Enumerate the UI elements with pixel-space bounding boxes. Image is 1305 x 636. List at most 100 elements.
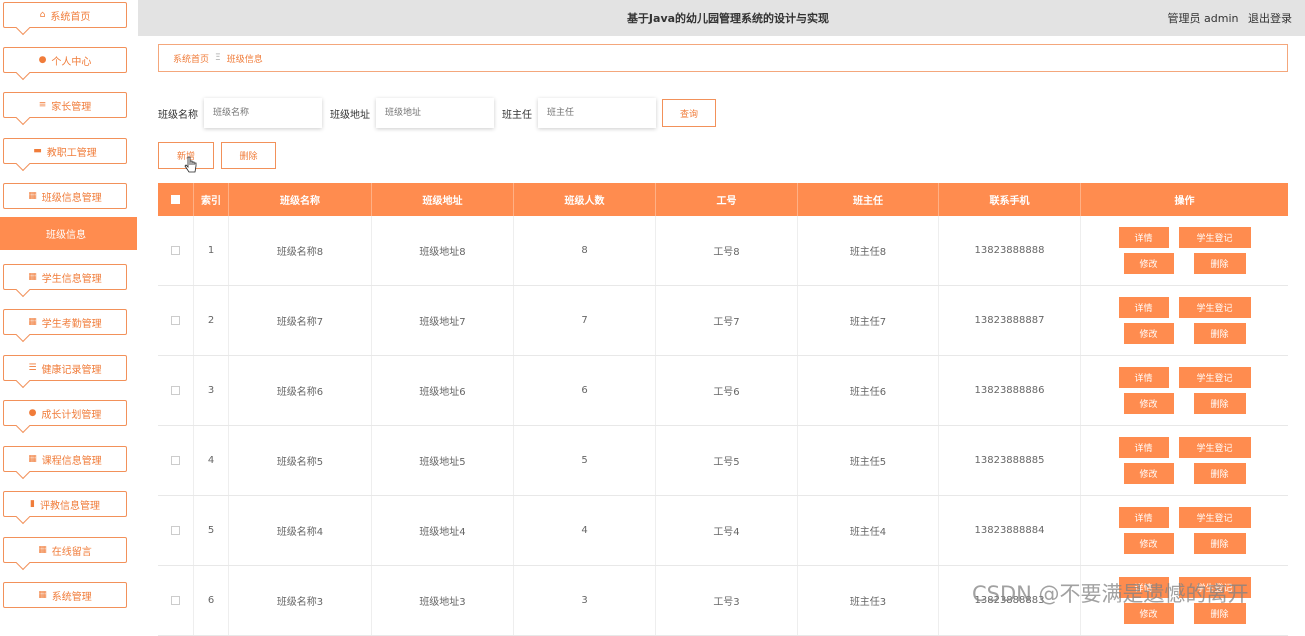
sidebar-item-staff[interactable]: ▬ 教职工管理 — [3, 138, 127, 172]
row-checkbox[interactable] — [171, 386, 180, 395]
class-name-label: 班级名称 — [158, 109, 198, 121]
actions-cell: 详情 学生登记 修改 删除 — [1081, 286, 1288, 355]
student-register-button[interactable]: 学生登记 — [1178, 367, 1251, 388]
sidebar-item-attendance[interactable]: ▦ 学生考勤管理 — [3, 309, 127, 343]
edit-button[interactable]: 修改 — [1123, 323, 1174, 344]
cell-staff-no: 工号3 — [656, 566, 798, 635]
breadcrumb-home[interactable]: 系统首页 — [173, 52, 209, 65]
row-checkbox[interactable] — [171, 246, 180, 255]
select-cell — [158, 426, 194, 495]
student-register-button[interactable]: 学生登记 — [1178, 437, 1251, 458]
sidebar-item-class[interactable]: ▦ 班级信息管理 — [3, 183, 127, 209]
sidebar-item-label: 在线留言 — [51, 546, 92, 558]
edit-button[interactable]: 修改 — [1123, 253, 1174, 274]
delete-button[interactable]: 删除 — [1193, 253, 1246, 274]
table-row: 2 班级名称7 班级地址7 7 工号7 班主任7 13823888887 详情 学生登记 修… — [158, 286, 1288, 356]
cell-class-name: 班级名称3 — [229, 566, 372, 635]
cell-index: 6 — [194, 566, 229, 635]
sidebar-item-system[interactable]: ▦ 系统管理 — [3, 582, 127, 608]
sidebar-item-label: 评教信息管理 — [39, 500, 100, 512]
student-register-button[interactable]: 学生登记 — [1178, 297, 1251, 318]
row-checkbox[interactable] — [171, 596, 180, 605]
cell-phone: 13823888886 — [939, 356, 1081, 425]
batch-delete-button[interactable]: 删除 — [221, 142, 276, 169]
sidebar-item-messages[interactable]: ▦ 在线留言 — [3, 537, 127, 571]
head-teacher-input[interactable] — [538, 98, 656, 128]
cell-phone: 13823888885 — [939, 426, 1081, 495]
cell-staff-no: 工号8 — [656, 216, 798, 285]
cell-index: 2 — [194, 286, 229, 355]
actions-cell: 详情 学生登记 修改 删除 — [1081, 356, 1288, 425]
cell-head-teacher: 班主任5 — [798, 426, 939, 495]
grid-icon: ▦ — [28, 454, 37, 464]
class-address-label: 班级地址 — [330, 109, 370, 121]
breadcrumb: 系统首页 Ξ 班级信息 — [158, 44, 1288, 72]
header-phone: 联系手机 — [939, 183, 1081, 216]
actions-cell: 详情 学生登记 修改 删除 — [1081, 216, 1288, 285]
edit-button[interactable]: 修改 — [1123, 393, 1174, 414]
sidebar-item-evaluation[interactable]: ▮ 评教信息管理 — [3, 491, 127, 525]
header-staff-no: 工号 — [656, 183, 798, 216]
header-actions: 操作 — [1174, 196, 1195, 207]
sidebar-item-label: 健康记录管理 — [41, 364, 102, 376]
sidebar-item-home[interactable]: ⌂ 系统首页 — [3, 2, 127, 36]
cell-class-count: 6 — [514, 356, 656, 425]
header-head-teacher: 班主任 — [798, 183, 939, 216]
sidebar-item-label: 班级信息管理 — [41, 192, 102, 204]
class-name-input[interactable] — [204, 98, 322, 128]
sidebar-item-personal[interactable]: ● 个人中心 — [3, 47, 127, 81]
delete-button[interactable]: 删除 — [1193, 533, 1246, 554]
grid-icon: ▦ — [28, 272, 37, 282]
cell-staff-no: 工号4 — [656, 496, 798, 565]
select-cell — [158, 566, 194, 635]
user-icon: ● — [38, 55, 47, 65]
sidebar-item-students[interactable]: ▦ 学生信息管理 — [3, 264, 127, 298]
cell-class-address: 班级地址8 — [372, 216, 514, 285]
row-checkbox[interactable] — [171, 526, 180, 535]
delete-button[interactable]: 删除 — [1193, 323, 1246, 344]
cell-index: 1 — [194, 216, 229, 285]
row-checkbox[interactable] — [171, 316, 180, 325]
detail-button[interactable]: 详情 — [1118, 507, 1169, 528]
student-register-button[interactable]: 学生登记 — [1178, 507, 1251, 528]
sidebar-item-label: 课程信息管理 — [41, 455, 102, 467]
sidebar-item-label: 教职工管理 — [46, 147, 97, 159]
detail-button[interactable]: 详情 — [1118, 437, 1169, 458]
edit-button[interactable]: 修改 — [1123, 533, 1174, 554]
cell-class-count: 5 — [514, 426, 656, 495]
app-title: 基于Java的幼儿园管理系统的设计与实现 — [626, 12, 830, 25]
delete-button[interactable]: 删除 — [1193, 393, 1246, 414]
sidebar-item-parents[interactable]: ≡ 家长管理 — [3, 92, 127, 126]
logout-link[interactable]: 退出登录 — [1248, 12, 1292, 25]
student-register-button[interactable]: 学生登记 — [1178, 227, 1251, 248]
edit-button[interactable]: 修改 — [1123, 463, 1174, 484]
sidebar-item-courses[interactable]: ▦ 课程信息管理 — [3, 446, 127, 480]
grid-icon: ▦ — [28, 317, 37, 327]
actions-cell: 详情 学生登记 修改 删除 — [1081, 426, 1288, 495]
class-table: 索引 班级名称 班级地址 班级人数 工号 班主任 联系手机 操作 1 班级名称8 班… — [158, 183, 1288, 636]
cell-class-address: 班级地址4 — [372, 496, 514, 565]
detail-button[interactable]: 详情 — [1118, 297, 1169, 318]
header-class-address: 班级地址 — [372, 183, 514, 216]
sidebar-item-health[interactable]: ☰ 健康记录管理 — [3, 355, 127, 389]
grid-icon: ▦ — [28, 191, 37, 201]
cell-class-address: 班级地址5 — [372, 426, 514, 495]
detail-button[interactable]: 详情 — [1118, 227, 1169, 248]
sidebar-subitem-label: 班级信息 — [46, 230, 86, 241]
select-cell — [158, 286, 194, 355]
sidebar: ⌂ 系统首页 ● 个人中心 ≡ 家长管理 ▬ 教职工管理 ▦ 班级信息管理 班级信息 ▦ 学… — [0, 0, 138, 613]
sidebar-subitem-class-info[interactable]: 班级信息 — [0, 217, 137, 250]
cell-head-teacher: 班主任7 — [798, 286, 939, 355]
cell-class-name: 班级名称6 — [229, 356, 372, 425]
delete-button[interactable]: 删除 — [1193, 463, 1246, 484]
query-button[interactable]: 查询 — [662, 99, 716, 127]
sidebar-item-label: 家长管理 — [51, 101, 92, 113]
class-address-input[interactable] — [376, 98, 494, 128]
home-icon: ⌂ — [39, 10, 46, 20]
sidebar-item-growth[interactable]: ● 成长计划管理 — [3, 400, 127, 434]
row-checkbox[interactable] — [171, 456, 180, 465]
bar-chart-icon: ▮ — [30, 499, 35, 509]
detail-button[interactable]: 详情 — [1118, 367, 1169, 388]
select-all-checkbox[interactable] — [171, 195, 180, 204]
cell-index: 3 — [194, 356, 229, 425]
